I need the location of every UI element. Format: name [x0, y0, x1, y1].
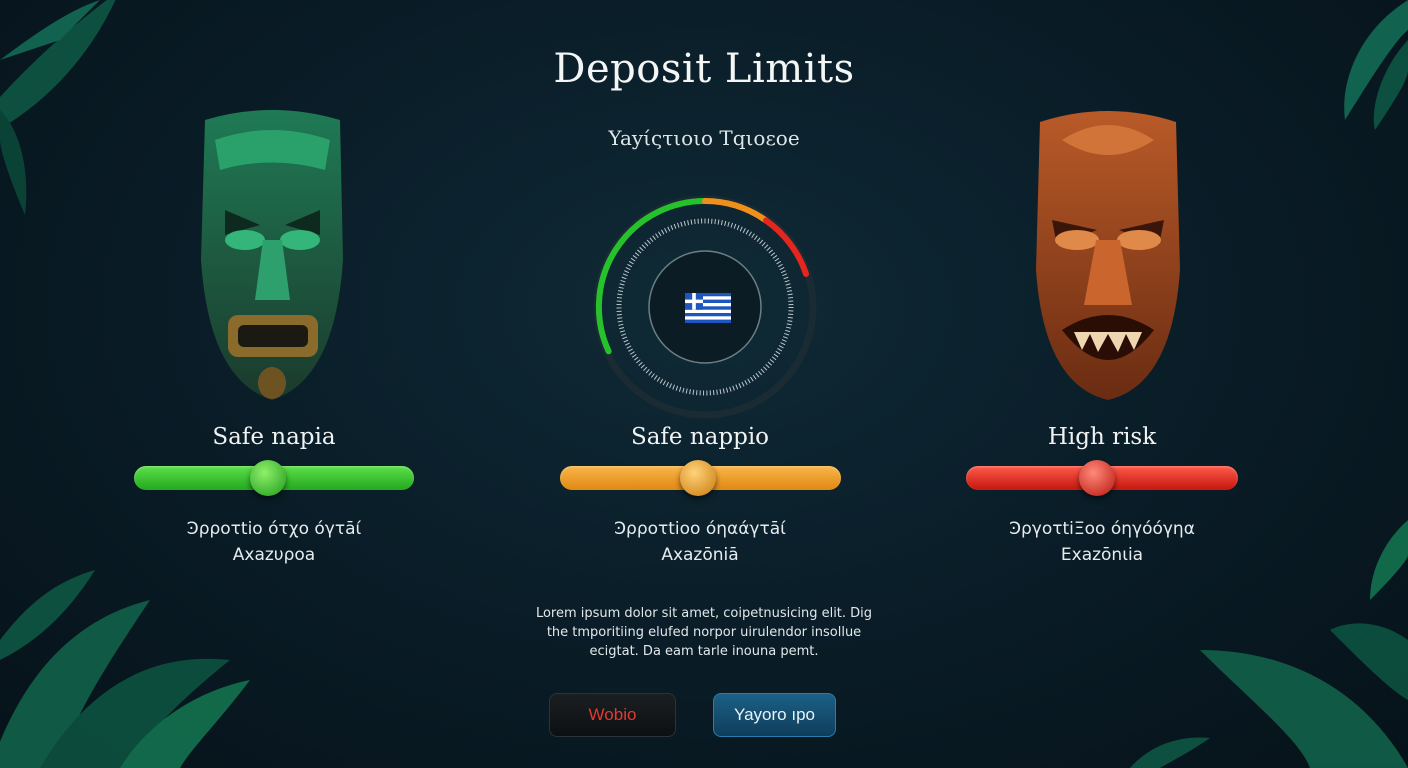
high-risk-limit-slider[interactable]	[966, 460, 1238, 496]
tier-safe: Safe napia Ͽρροτtiο ότχο όγτāί Αxazυροa	[124, 424, 424, 568]
orange-tiki-mask-icon	[1036, 111, 1180, 400]
risk-gauge	[593, 195, 817, 419]
tier-description: Ͽρροτtiοο όηαάγτāί Αxazōniā	[614, 519, 786, 565]
disclaimer-text: Lorem ipsum dolor sit amet, coipetnusici…	[535, 606, 873, 659]
tier-description: ϿργοτtiΞοο όηγόόγηα Εxazōnιia	[1009, 519, 1195, 565]
slider-knob[interactable]	[679, 460, 716, 496]
slider-knob[interactable]	[1078, 460, 1115, 496]
tier-label: Safe napia	[212, 424, 336, 450]
tier-high-risk: High risk ϿργοτtiΞοο όηγόόγηα Εxazōnιia	[952, 424, 1252, 568]
tier-label: High risk	[1047, 424, 1157, 450]
confirm-button[interactable]: Yayoro ıpo	[713, 693, 836, 737]
tier-label: Safe nappio	[630, 424, 770, 450]
slider-knob[interactable]	[250, 460, 287, 496]
greek-flag-icon	[685, 293, 731, 323]
green-tiki-mask-icon	[201, 110, 343, 400]
gauge-red-segment	[763, 217, 809, 277]
moderate-limit-slider[interactable]	[560, 460, 841, 496]
tier-description: Ͽρροτtiο ότχο όγτāί Αxazυροa	[186, 519, 362, 565]
tier-moderate: Safe nappio Ͽρροτtiοο όηαάγτāί Αxazōniā	[550, 424, 850, 568]
cancel-button[interactable]: Wobio	[549, 693, 676, 737]
safe-limit-slider[interactable]	[134, 460, 414, 496]
page-title: Deposit Limits	[553, 46, 855, 92]
